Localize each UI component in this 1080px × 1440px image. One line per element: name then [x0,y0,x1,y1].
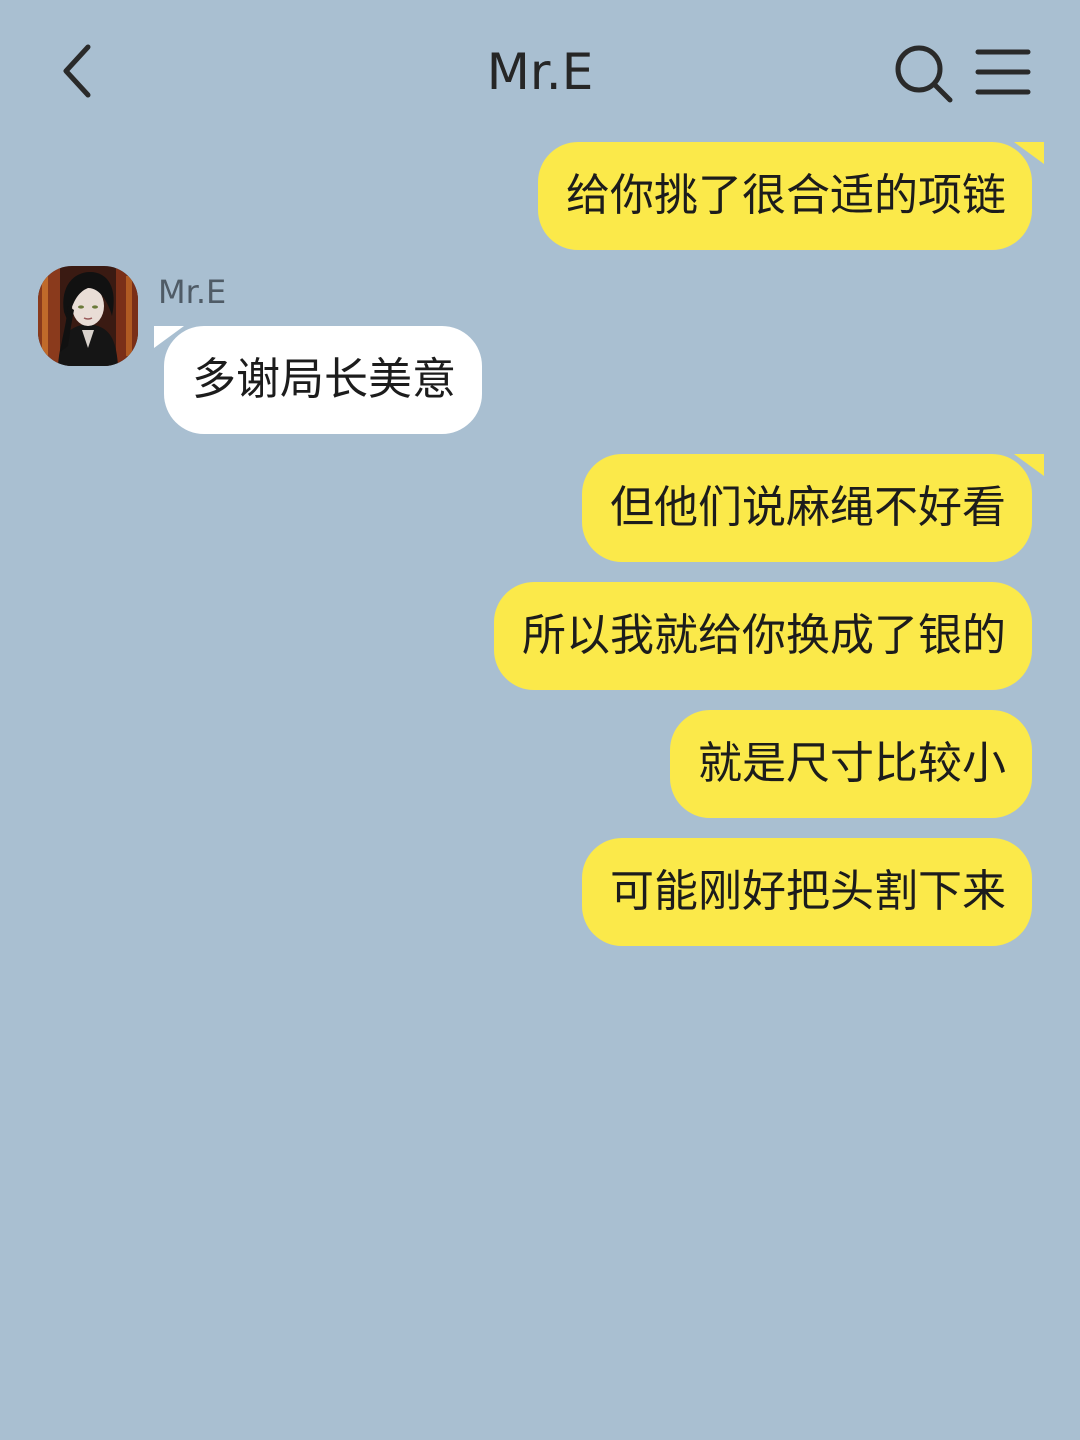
bubble-tail [1014,454,1044,480]
avatar-image [38,266,138,366]
avatar[interactable] [38,266,138,366]
message-bubble-outgoing[interactable]: 就是尺寸比较小 [670,710,1032,818]
message-bubble-outgoing[interactable]: 给你挑了很合适的项链 [538,142,1044,250]
message-bubble-incoming[interactable]: 多谢局长美意 [154,326,482,434]
message-text: 给你挑了很合适的项链 [566,170,1006,221]
message-text: 所以我就给你换成了银的 [522,610,1006,661]
message-text: 就是尺寸比较小 [698,738,1006,789]
message-bubble-outgoing[interactable]: 但他们说麻绳不好看 [582,454,1044,562]
message-bubble-outgoing[interactable]: 所以我就给你换成了银的 [494,582,1032,690]
message-bubble-outgoing[interactable]: 可能刚好把头割下来 [582,838,1032,946]
message-list: 给你挑了很合适的项链 Mr.E 多谢局长美意 但他们说麻绳不好看 所以我就给你换… [0,0,1080,1440]
bubble-tail [154,326,184,352]
message-text: 多谢局长美意 [192,354,456,405]
message-text: 但他们说麻绳不好看 [610,482,1006,533]
message-text: 可能刚好把头割下来 [610,866,1006,917]
sender-name: Mr.E [158,273,227,311]
bubble-tail [1014,142,1044,168]
